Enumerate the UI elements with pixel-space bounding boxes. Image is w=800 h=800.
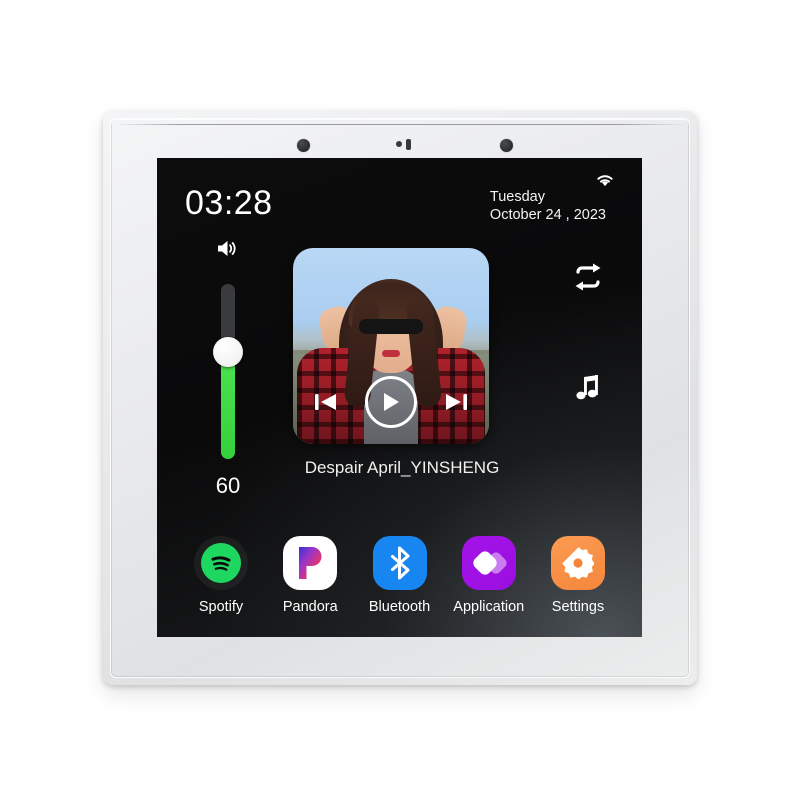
spotify-icon-background [194,536,248,590]
settings-icon [551,536,605,590]
repeat-button[interactable] [556,262,620,297]
track-title: Despair April_YINSHENG [304,458,500,477]
clock: 03:28 [185,184,273,222]
side-rail [556,262,620,408]
album-art[interactable] [293,248,489,444]
volume-slider-knob[interactable] [213,337,243,367]
volume-value: 60 [215,473,241,498]
device-frame: 03:28 Tuesday October 24 , 2023 60 Despa… [103,111,697,685]
previous-track-button[interactable] [313,390,339,414]
settings-gear-icon [562,547,594,579]
play-button[interactable] [365,376,417,428]
play-icon [384,393,399,411]
speaker-volume-icon [218,241,236,256]
date-display: Tuesday October 24 , 2023 [490,188,606,224]
app-label-application: Application [453,599,525,615]
app-spotify[interactable]: Spotify [177,536,265,615]
app-settings[interactable]: Settings [534,536,622,615]
app-pandora[interactable]: Pandora [266,536,354,615]
wifi-icon [597,175,613,187]
spotify-icon [201,543,241,583]
app-label-pandora: Pandora [282,599,338,615]
repeat-icon [575,263,601,291]
bezel-seam-line [115,124,685,125]
sensor-left [297,139,310,152]
spotify-waves-icon [211,556,231,571]
app-label-spotify: Spotify [198,599,244,615]
app-dock: Spotify Pandora Bluetooth Application Se… [157,536,642,615]
sensor-right [500,139,513,152]
application-diamonds-icon [473,551,507,575]
app-bluetooth[interactable]: Bluetooth [356,536,444,615]
music-note-icon [576,375,598,400]
pandora-icon [283,536,338,590]
next-track-icon [446,394,467,410]
volume-control[interactable]: 60 [185,238,271,499]
app-label-bluetooth: Bluetooth [368,599,431,615]
album-art-sunglasses [359,318,423,334]
volume-slider[interactable] [213,284,243,459]
application-icon [461,536,516,590]
date-label: October 24 , 2023 [489,207,606,223]
weekday-label: Tuesday [489,189,545,205]
transport-controls [293,374,489,430]
volume-slider-fill [221,354,235,459]
bluetooth-icon [372,536,427,590]
microphone-slot-icon [406,139,411,150]
app-label-settings: Settings [551,599,605,615]
microphone-dot-icon [396,141,402,147]
touch-screen[interactable]: 03:28 Tuesday October 24 , 2023 60 Despa… [157,158,642,637]
previous-track-icon [315,394,336,410]
album-art-lips [382,349,400,357]
pandora-p-icon [299,547,322,579]
app-application[interactable]: Application [445,536,533,615]
next-track-button[interactable] [443,390,469,414]
bluetooth-rune-icon [390,546,409,580]
music-library-button[interactable] [556,373,620,408]
